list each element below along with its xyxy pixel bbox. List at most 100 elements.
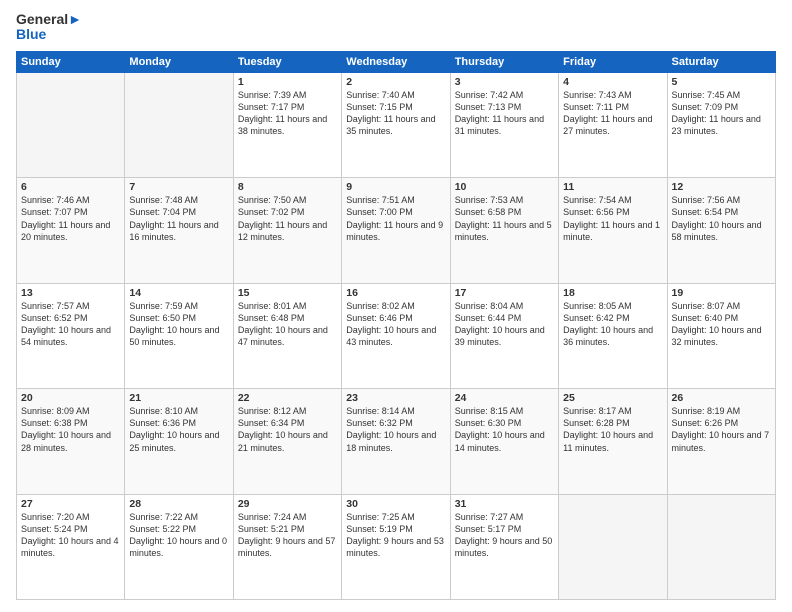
day-info: Sunrise: 7:54 AMSunset: 6:56 PMDaylight:… bbox=[563, 194, 662, 243]
logo-blue: Blue bbox=[16, 27, 82, 42]
day-cell: 6Sunrise: 7:46 AMSunset: 7:07 PMDaylight… bbox=[17, 178, 125, 283]
day-cell: 15Sunrise: 8:01 AMSunset: 6:48 PMDayligh… bbox=[233, 283, 341, 388]
day-number: 15 bbox=[238, 287, 337, 299]
day-number: 30 bbox=[346, 498, 445, 510]
day-cell bbox=[125, 72, 233, 177]
weekday-header-monday: Monday bbox=[125, 51, 233, 72]
day-number: 9 bbox=[346, 181, 445, 193]
day-info: Sunrise: 8:04 AMSunset: 6:44 PMDaylight:… bbox=[455, 300, 554, 349]
day-number: 25 bbox=[563, 392, 662, 404]
day-cell: 23Sunrise: 8:14 AMSunset: 6:32 PMDayligh… bbox=[342, 389, 450, 494]
day-info: Sunrise: 7:59 AMSunset: 6:50 PMDaylight:… bbox=[129, 300, 228, 349]
day-number: 7 bbox=[129, 181, 228, 193]
weekday-header-tuesday: Tuesday bbox=[233, 51, 341, 72]
day-cell: 17Sunrise: 8:04 AMSunset: 6:44 PMDayligh… bbox=[450, 283, 558, 388]
day-number: 3 bbox=[455, 76, 554, 88]
day-info: Sunrise: 7:50 AMSunset: 7:02 PMDaylight:… bbox=[238, 194, 337, 243]
weekday-header-saturday: Saturday bbox=[667, 51, 775, 72]
day-cell: 30Sunrise: 7:25 AMSunset: 5:19 PMDayligh… bbox=[342, 494, 450, 599]
day-number: 26 bbox=[672, 392, 771, 404]
day-info: Sunrise: 8:09 AMSunset: 6:38 PMDaylight:… bbox=[21, 405, 120, 454]
day-cell: 2Sunrise: 7:40 AMSunset: 7:15 PMDaylight… bbox=[342, 72, 450, 177]
day-cell: 18Sunrise: 8:05 AMSunset: 6:42 PMDayligh… bbox=[559, 283, 667, 388]
day-info: Sunrise: 8:15 AMSunset: 6:30 PMDaylight:… bbox=[455, 405, 554, 454]
day-cell bbox=[559, 494, 667, 599]
day-number: 6 bbox=[21, 181, 120, 193]
day-info: Sunrise: 7:53 AMSunset: 6:58 PMDaylight:… bbox=[455, 194, 554, 243]
day-cell: 1Sunrise: 7:39 AMSunset: 7:17 PMDaylight… bbox=[233, 72, 341, 177]
day-info: Sunrise: 8:19 AMSunset: 6:26 PMDaylight:… bbox=[672, 405, 771, 454]
day-number: 14 bbox=[129, 287, 228, 299]
day-number: 19 bbox=[672, 287, 771, 299]
day-cell: 5Sunrise: 7:45 AMSunset: 7:09 PMDaylight… bbox=[667, 72, 775, 177]
day-info: Sunrise: 7:46 AMSunset: 7:07 PMDaylight:… bbox=[21, 194, 120, 243]
day-number: 16 bbox=[346, 287, 445, 299]
day-number: 29 bbox=[238, 498, 337, 510]
day-cell: 28Sunrise: 7:22 AMSunset: 5:22 PMDayligh… bbox=[125, 494, 233, 599]
day-cell: 29Sunrise: 7:24 AMSunset: 5:21 PMDayligh… bbox=[233, 494, 341, 599]
day-number: 5 bbox=[672, 76, 771, 88]
day-info: Sunrise: 8:14 AMSunset: 6:32 PMDaylight:… bbox=[346, 405, 445, 454]
day-info: Sunrise: 7:57 AMSunset: 6:52 PMDaylight:… bbox=[21, 300, 120, 349]
logo-container: General► Blue bbox=[16, 12, 82, 43]
day-number: 2 bbox=[346, 76, 445, 88]
day-cell: 24Sunrise: 8:15 AMSunset: 6:30 PMDayligh… bbox=[450, 389, 558, 494]
day-cell bbox=[667, 494, 775, 599]
day-cell: 11Sunrise: 7:54 AMSunset: 6:56 PMDayligh… bbox=[559, 178, 667, 283]
week-row-1: 1Sunrise: 7:39 AMSunset: 7:17 PMDaylight… bbox=[17, 72, 776, 177]
week-row-5: 27Sunrise: 7:20 AMSunset: 5:24 PMDayligh… bbox=[17, 494, 776, 599]
day-number: 13 bbox=[21, 287, 120, 299]
day-number: 22 bbox=[238, 392, 337, 404]
day-cell: 4Sunrise: 7:43 AMSunset: 7:11 PMDaylight… bbox=[559, 72, 667, 177]
day-cell: 19Sunrise: 8:07 AMSunset: 6:40 PMDayligh… bbox=[667, 283, 775, 388]
day-number: 28 bbox=[129, 498, 228, 510]
logo: General► Blue bbox=[16, 12, 82, 43]
day-cell: 27Sunrise: 7:20 AMSunset: 5:24 PMDayligh… bbox=[17, 494, 125, 599]
day-number: 17 bbox=[455, 287, 554, 299]
day-cell: 14Sunrise: 7:59 AMSunset: 6:50 PMDayligh… bbox=[125, 283, 233, 388]
day-cell: 9Sunrise: 7:51 AMSunset: 7:00 PMDaylight… bbox=[342, 178, 450, 283]
week-row-2: 6Sunrise: 7:46 AMSunset: 7:07 PMDaylight… bbox=[17, 178, 776, 283]
weekday-header-thursday: Thursday bbox=[450, 51, 558, 72]
weekday-header-friday: Friday bbox=[559, 51, 667, 72]
day-cell: 8Sunrise: 7:50 AMSunset: 7:02 PMDaylight… bbox=[233, 178, 341, 283]
day-cell: 31Sunrise: 7:27 AMSunset: 5:17 PMDayligh… bbox=[450, 494, 558, 599]
day-info: Sunrise: 8:01 AMSunset: 6:48 PMDaylight:… bbox=[238, 300, 337, 349]
day-info: Sunrise: 8:12 AMSunset: 6:34 PMDaylight:… bbox=[238, 405, 337, 454]
day-number: 1 bbox=[238, 76, 337, 88]
week-row-4: 20Sunrise: 8:09 AMSunset: 6:38 PMDayligh… bbox=[17, 389, 776, 494]
weekday-header-sunday: Sunday bbox=[17, 51, 125, 72]
week-row-3: 13Sunrise: 7:57 AMSunset: 6:52 PMDayligh… bbox=[17, 283, 776, 388]
weekday-header-row: SundayMondayTuesdayWednesdayThursdayFrid… bbox=[17, 51, 776, 72]
day-cell: 10Sunrise: 7:53 AMSunset: 6:58 PMDayligh… bbox=[450, 178, 558, 283]
day-info: Sunrise: 8:10 AMSunset: 6:36 PMDaylight:… bbox=[129, 405, 228, 454]
day-info: Sunrise: 7:24 AMSunset: 5:21 PMDaylight:… bbox=[238, 511, 337, 560]
day-cell: 13Sunrise: 7:57 AMSunset: 6:52 PMDayligh… bbox=[17, 283, 125, 388]
calendar-table: SundayMondayTuesdayWednesdayThursdayFrid… bbox=[16, 51, 776, 600]
day-info: Sunrise: 7:27 AMSunset: 5:17 PMDaylight:… bbox=[455, 511, 554, 560]
day-info: Sunrise: 7:20 AMSunset: 5:24 PMDaylight:… bbox=[21, 511, 120, 560]
day-number: 24 bbox=[455, 392, 554, 404]
day-number: 27 bbox=[21, 498, 120, 510]
day-cell bbox=[17, 72, 125, 177]
day-info: Sunrise: 7:43 AMSunset: 7:11 PMDaylight:… bbox=[563, 89, 662, 138]
day-info: Sunrise: 7:42 AMSunset: 7:13 PMDaylight:… bbox=[455, 89, 554, 138]
day-number: 4 bbox=[563, 76, 662, 88]
day-info: Sunrise: 7:22 AMSunset: 5:22 PMDaylight:… bbox=[129, 511, 228, 560]
day-cell: 22Sunrise: 8:12 AMSunset: 6:34 PMDayligh… bbox=[233, 389, 341, 494]
day-info: Sunrise: 8:17 AMSunset: 6:28 PMDaylight:… bbox=[563, 405, 662, 454]
day-number: 20 bbox=[21, 392, 120, 404]
day-number: 23 bbox=[346, 392, 445, 404]
day-number: 31 bbox=[455, 498, 554, 510]
day-info: Sunrise: 8:02 AMSunset: 6:46 PMDaylight:… bbox=[346, 300, 445, 349]
day-number: 12 bbox=[672, 181, 771, 193]
day-cell: 20Sunrise: 8:09 AMSunset: 6:38 PMDayligh… bbox=[17, 389, 125, 494]
day-info: Sunrise: 8:07 AMSunset: 6:40 PMDaylight:… bbox=[672, 300, 771, 349]
day-info: Sunrise: 7:40 AMSunset: 7:15 PMDaylight:… bbox=[346, 89, 445, 138]
day-info: Sunrise: 7:56 AMSunset: 6:54 PMDaylight:… bbox=[672, 194, 771, 243]
header: General► Blue bbox=[16, 12, 776, 43]
day-number: 10 bbox=[455, 181, 554, 193]
day-info: Sunrise: 7:25 AMSunset: 5:19 PMDaylight:… bbox=[346, 511, 445, 560]
day-cell: 7Sunrise: 7:48 AMSunset: 7:04 PMDaylight… bbox=[125, 178, 233, 283]
weekday-header-wednesday: Wednesday bbox=[342, 51, 450, 72]
